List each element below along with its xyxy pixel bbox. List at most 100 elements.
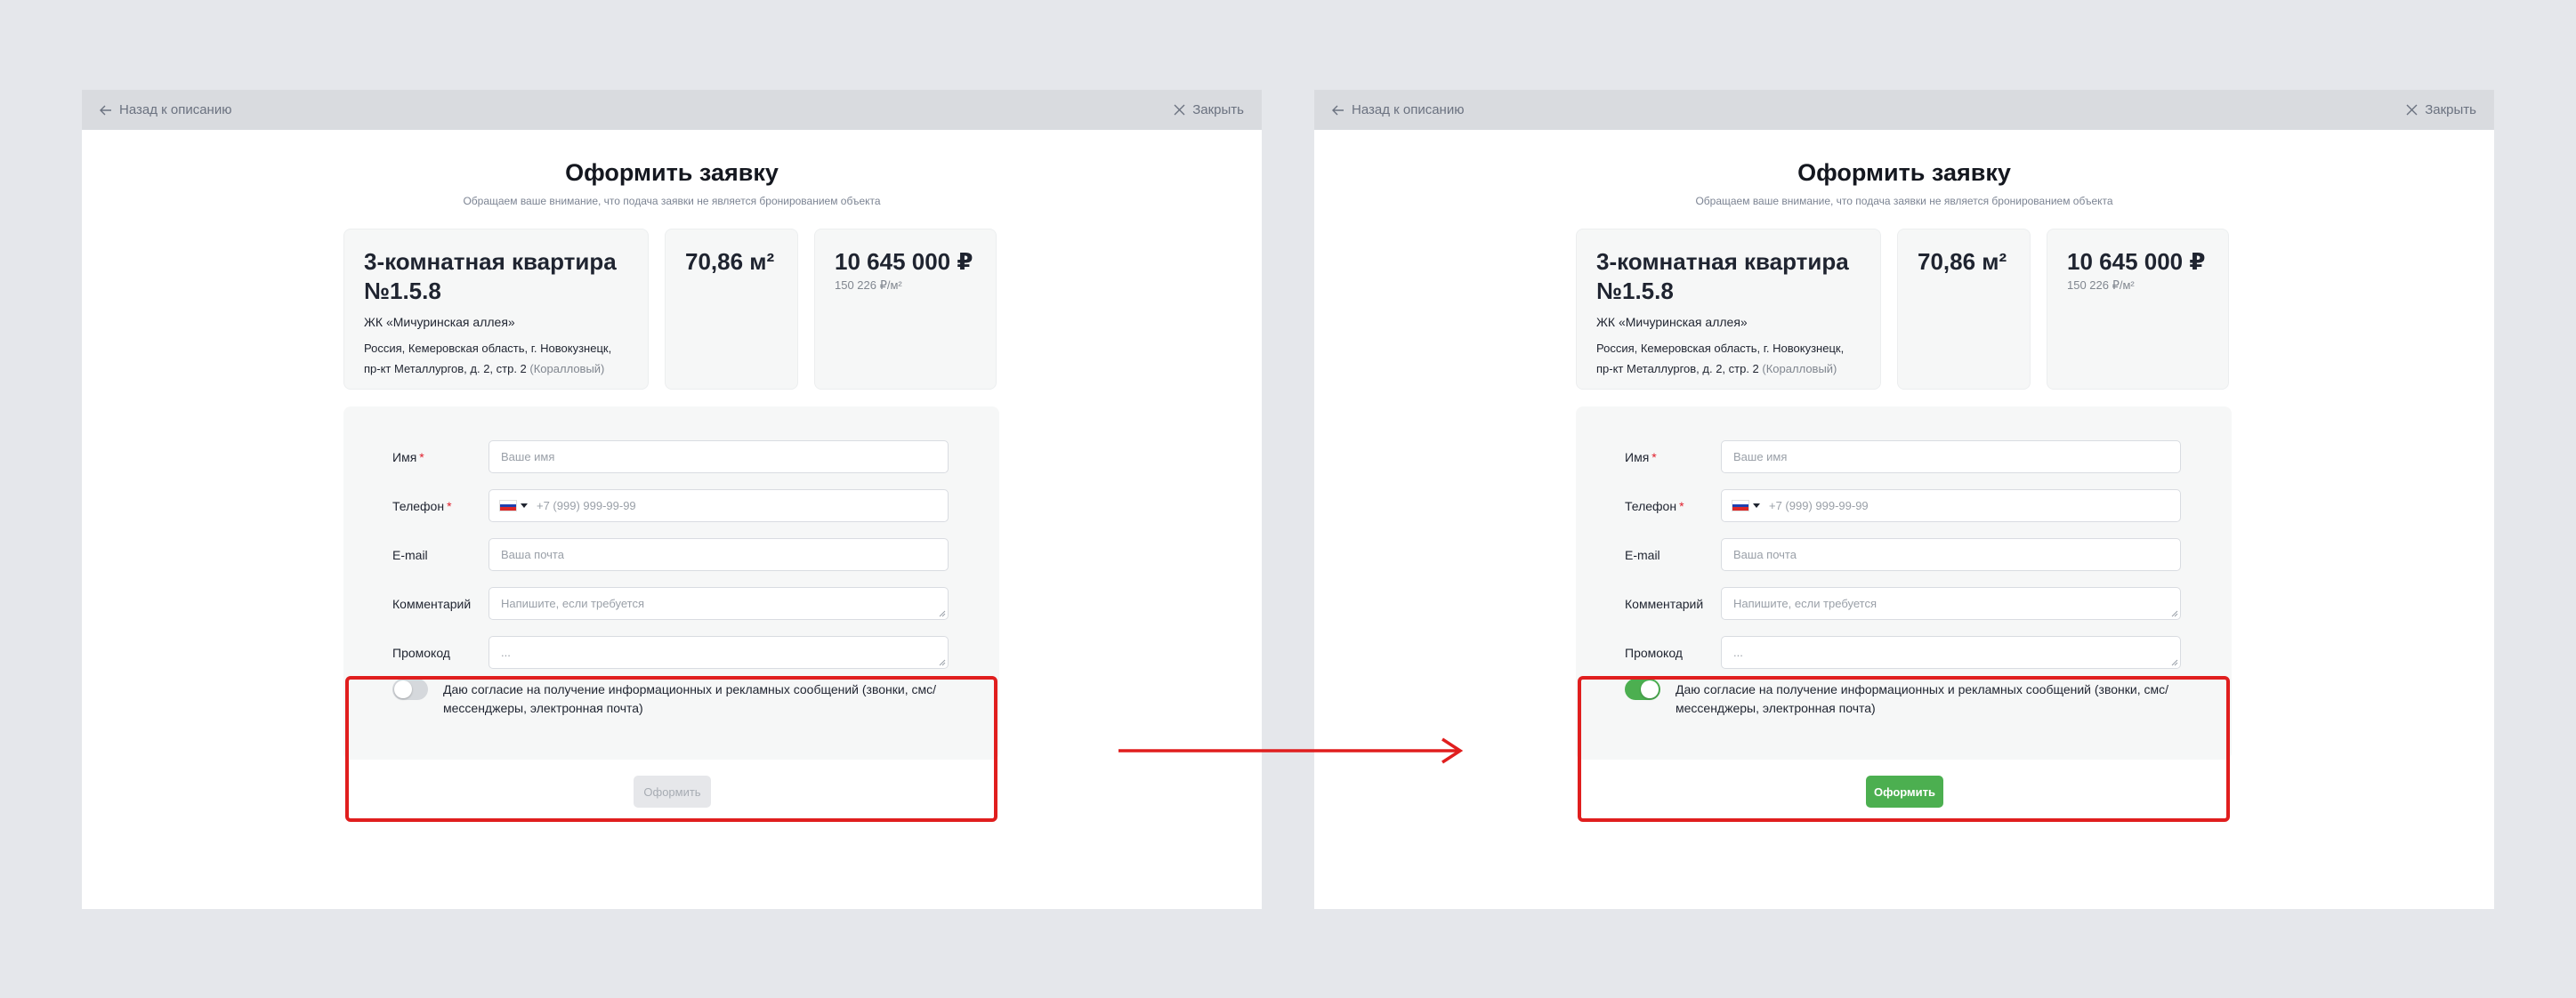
comment-label: Комментарий [1625,596,1704,611]
consent-row: Даю согласие на получение информационных… [1625,679,2174,718]
close-icon [1174,104,1185,116]
email-field[interactable] [489,538,949,571]
apartment-info-card: 3-комнатная квартира №1.5.8 ЖК «Мичуринс… [1576,229,1881,390]
consent-toggle[interactable] [392,679,428,700]
apartment-cards: 3-комнатная квартира №1.5.8 ЖК «Мичуринс… [1576,229,2229,390]
name-input[interactable] [499,449,938,464]
apartment-complex: ЖК «Мичуринская аллея» [364,315,515,329]
phone-field[interactable] [1721,489,2181,522]
email-row: E-mail [392,538,949,571]
apartment-name: 3-комнатная квартира №1.5.8 [364,248,617,304]
promo-input[interactable] [1732,645,2170,660]
price-per-m2: 150 226 ₽/м² [835,278,902,292]
apartment-price: 10 645 000 ₽ [835,248,973,275]
back-link-label: Назад к описанию [1352,102,1465,117]
chevron-down-icon [1753,503,1760,508]
apartment-complex: ЖК «Мичуринская аллея» [1596,315,1748,329]
name-row: Имя * [1625,440,2181,473]
phone-input[interactable] [1767,498,2170,513]
promo-field[interactable] [489,636,949,669]
required-mark: * [1651,449,1657,464]
chevron-down-icon [521,503,528,508]
name-field[interactable] [1721,440,2181,473]
name-row: Имя * [392,440,949,473]
back-link[interactable]: Назад к описанию [1332,102,1464,117]
arrow-left-icon [1332,105,1344,115]
page-title: Оформить заявку [1797,159,2011,186]
area-card: 70,86 м² [1897,229,2031,390]
name-label-text: Имя [1625,449,1650,464]
comment-row: Комментарий [1625,587,2181,620]
apartment-address: Россия, Кемеровская область, г. Новокузн… [1596,338,1861,379]
apartment-area: 70,86 м² [685,248,775,275]
email-input[interactable] [1732,547,2170,562]
email-input[interactable] [499,547,938,562]
area-card: 70,86 м² [665,229,798,390]
price-card: 10 645 000 ₽ 150 226 ₽/м² [2047,229,2229,390]
russia-flag-icon [499,500,517,511]
comment-input[interactable] [1732,596,2170,611]
phone-label-text: Телефон [392,498,445,513]
address-district: (Коралловый) [1762,362,1837,375]
phone-label-text: Телефон [1625,498,1677,513]
promo-input[interactable] [499,645,938,660]
promo-label: Промокод [1625,645,1683,660]
name-label: Имя * [1625,450,1721,464]
resize-grip-icon[interactable] [2171,659,2178,666]
comment-field[interactable] [1721,587,2181,620]
submit-button[interactable]: Оформить [634,776,711,808]
close-button-label: Закрыть [2425,102,2476,117]
email-label: E-mail [392,547,428,562]
request-form: Имя* Телефон* E-mail Комментарий Промоко… [1576,406,2232,760]
apartment-info-card: 3-комнатная квартира №1.5.8 ЖК «Мичуринс… [343,229,649,390]
address-district: (Коралловый) [529,362,605,375]
name-label-text: Имя [392,449,417,464]
consent-text: Даю согласие на получение информационных… [443,682,936,715]
back-link[interactable]: Назад к описанию [100,102,231,117]
request-form: Имя* Телефон* E-mail Комментарий Промоко… [343,406,999,760]
phone-input[interactable] [535,498,938,513]
back-link-label: Назад к описанию [119,102,232,117]
required-mark: * [447,498,452,513]
phone-row: Телефон * [1625,489,2181,522]
screen-after: Назад к описанию Закрыть Оформить заявку… [1314,90,2494,909]
top-bar: Назад к описанию Закрыть [82,90,1262,130]
promo-field[interactable] [1721,636,2181,669]
page-title: Оформить заявку [565,159,779,186]
close-icon [2406,104,2418,116]
apartment-cards: 3-комнатная квартира №1.5.8 ЖК «Мичуринс… [343,229,997,390]
toggle-knob [394,680,412,698]
resize-grip-icon[interactable] [939,610,946,617]
phone-field[interactable] [489,489,949,522]
phone-row: Телефон * [392,489,949,522]
price-card: 10 645 000 ₽ 150 226 ₽/м² [814,229,997,390]
price-per-m2: 150 226 ₽/м² [2067,278,2135,292]
resize-grip-icon[interactable] [939,659,946,666]
required-mark: * [1679,498,1684,513]
comment-field[interactable] [489,587,949,620]
email-field[interactable] [1721,538,2181,571]
email-row: E-mail [1625,538,2181,571]
arrow-left-icon [100,105,111,115]
country-selector[interactable] [499,500,528,511]
submit-button[interactable]: Оформить [1866,776,1943,808]
promo-label: Промокод [392,645,450,660]
consent-toggle[interactable] [1625,679,1660,700]
page-subtitle: Обращаем ваше внимание, что подача заявк… [1695,195,2113,207]
apartment-name: 3-комнатная квартира №1.5.8 [1596,248,1849,304]
screen-before: Назад к описанию Закрыть Оформить заявку… [82,90,1262,909]
close-button[interactable]: Закрыть [2406,102,2476,117]
close-button[interactable]: Закрыть [1174,102,1244,117]
comment-input[interactable] [499,596,938,611]
resize-grip-icon[interactable] [2171,610,2178,617]
page-subtitle: Обращаем ваше внимание, что подача заявк… [463,195,881,207]
comment-row: Комментарий [392,587,949,620]
country-selector[interactable] [1732,500,1760,511]
name-input[interactable] [1732,449,2170,464]
arrow-right-icon [1118,737,1464,764]
promo-row: Промокод [1625,636,2181,669]
name-field[interactable] [489,440,949,473]
close-button-label: Закрыть [1192,102,1244,117]
apartment-area: 70,86 м² [1918,248,2007,275]
phone-label: Телефон * [1625,499,1721,513]
